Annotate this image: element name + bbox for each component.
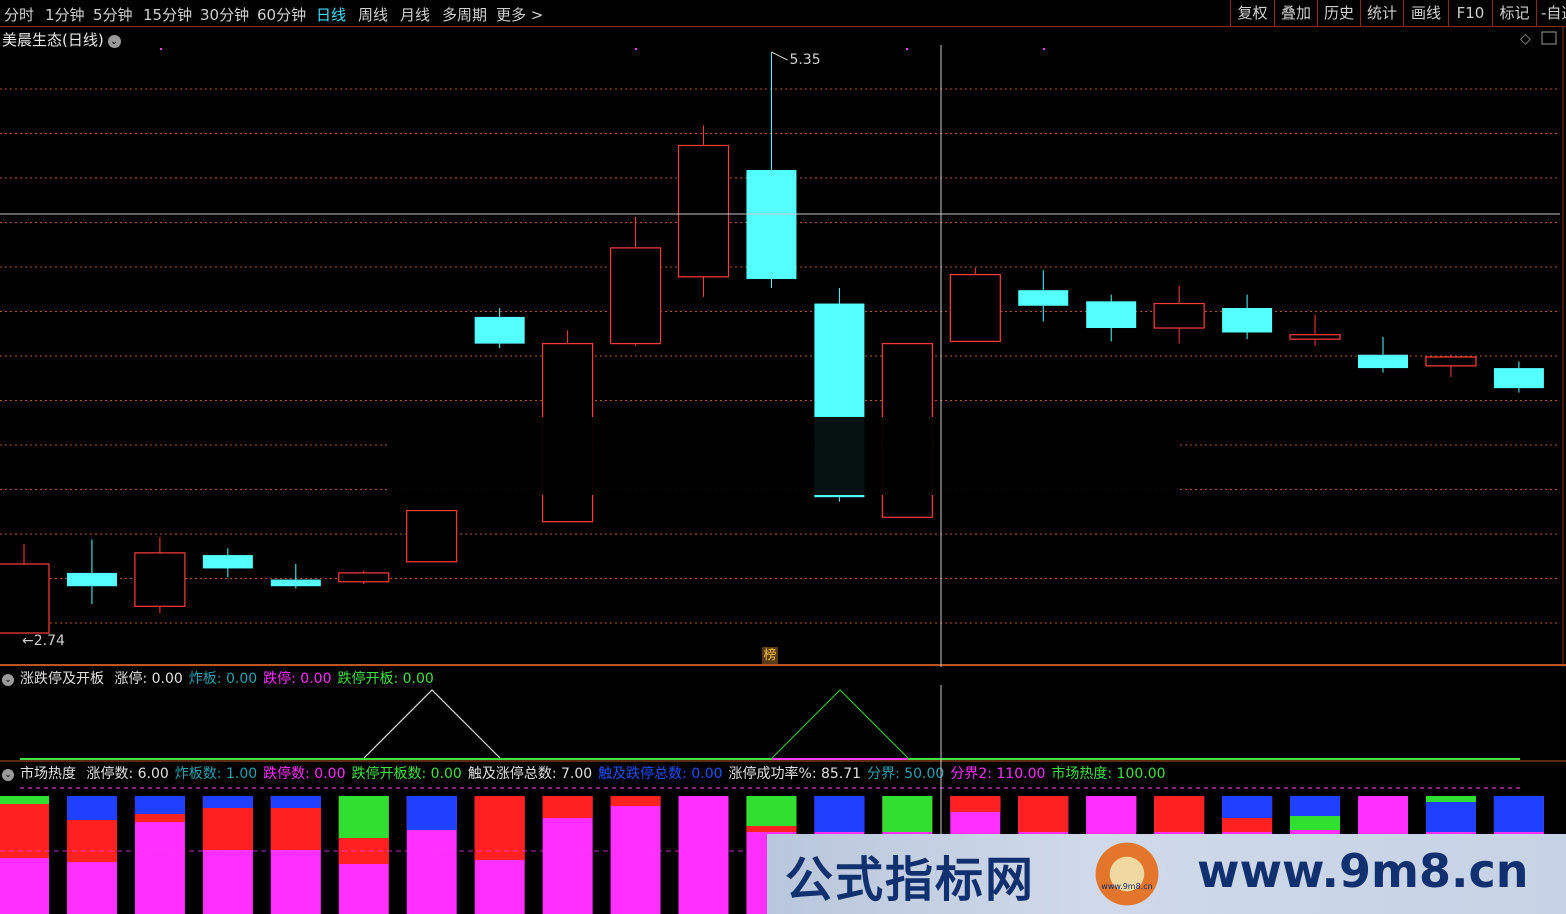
min-price-label: ←2.74	[22, 633, 65, 649]
watermark-banner: 公式指标网 www.9m8.cn www.9m8.cn	[767, 834, 1566, 914]
candlestick-chart[interactable]: 5.35 ←2.74 ◇	[0, 27, 1566, 667]
heat-bar	[610, 796, 661, 914]
period-tab[interactable]: 15分钟	[143, 4, 192, 25]
period-tab[interactable]: 5分钟	[93, 4, 133, 25]
heat-bar	[1358, 796, 1408, 832]
heat-bar	[950, 796, 1001, 812]
period-tab[interactable]: 周线	[358, 4, 388, 25]
max-price-label: 5.35	[789, 52, 820, 68]
toolbar-button[interactable]: 叠加	[1274, 0, 1317, 26]
toolbar-button[interactable]: F10	[1448, 0, 1492, 26]
candle-body	[202, 555, 253, 569]
marker-dot	[1043, 48, 1045, 50]
candle-body	[746, 169, 797, 280]
period-toolbar: 分时 1分钟 5分钟 15分钟 30分钟 60分钟 日线 周线 月线 多周期 更多 > 复权 叠加 历史统…	[0, 0, 1566, 27]
heat-bar	[474, 796, 525, 860]
candle-body	[677, 144, 730, 278]
candle-body	[949, 274, 1001, 342]
period-tab[interactable]: 分时	[4, 4, 34, 25]
diamond-icon: ◇	[1520, 31, 1531, 47]
marker-dot	[906, 48, 908, 50]
heat-bar	[1154, 796, 1205, 832]
heat-bar	[746, 796, 797, 826]
maximize-icon	[1541, 31, 1557, 45]
heat-bar	[1222, 796, 1273, 818]
heat-bar	[1493, 796, 1544, 832]
toolbar-button[interactable]: 历史	[1317, 0, 1360, 26]
heat-bar	[1290, 796, 1341, 816]
candle-body	[66, 572, 117, 587]
heat-bar	[1425, 796, 1476, 802]
period-tab[interactable]: 多周期	[442, 4, 487, 25]
heat-bar	[882, 796, 933, 832]
rank-marker[interactable]: 榜	[762, 647, 778, 664]
candle-body	[1358, 354, 1408, 369]
period-tab[interactable]: 更多 >	[496, 4, 543, 25]
period-tab[interactable]: 1分钟	[45, 4, 85, 25]
candle-body	[406, 509, 458, 563]
candle-body	[0, 563, 50, 634]
candle-body	[1425, 356, 1477, 367]
candle-body	[338, 572, 390, 583]
heat-bar	[610, 796, 661, 806]
toolbar-button[interactable]: -自选	[1536, 0, 1566, 26]
heat-bar	[202, 796, 253, 808]
watermark-right-text: www.9m8.cn	[1197, 844, 1529, 898]
heat-bar	[0, 796, 49, 858]
heat-bar	[406, 796, 457, 830]
candle-body	[474, 316, 525, 344]
heat-bar	[814, 796, 865, 832]
indicator1-chart[interactable]	[0, 667, 1566, 762]
site-logo-icon: www.9m8.cn	[1087, 834, 1167, 914]
candle-body	[270, 579, 321, 587]
heat-bar	[1018, 796, 1069, 832]
triangle-line	[771, 689, 909, 759]
heat-bar	[66, 796, 117, 820]
toolbar-button[interactable]: 标记	[1492, 0, 1536, 26]
heat-bar	[1086, 796, 1137, 832]
period-tab[interactable]: 月线	[400, 4, 430, 25]
candle-body	[1018, 290, 1069, 306]
heat-bar	[0, 796, 49, 804]
max-pointer	[771, 51, 788, 61]
period-tab[interactable]: 60分钟	[257, 4, 306, 25]
marker-dot	[160, 48, 162, 50]
candle-body	[609, 247, 662, 345]
toolbar-button[interactable]: 画线	[1403, 0, 1448, 26]
heat-bar	[542, 796, 593, 818]
candle-body	[1222, 307, 1273, 333]
watermark-left-text: 公式指标网	[785, 852, 1036, 908]
candle-body	[1493, 368, 1544, 389]
toolbar-button[interactable]: 统计	[1360, 0, 1403, 26]
period-tab[interactable]: 30分钟	[200, 4, 249, 25]
logo-text: www.9m8.cn	[1101, 882, 1153, 891]
candle-body	[134, 552, 186, 607]
toolbar-button[interactable]: 复权	[1230, 0, 1274, 26]
candle-body	[1153, 302, 1205, 329]
triangle-line	[363, 689, 501, 759]
heat-bar	[134, 796, 185, 814]
heat-bar	[678, 796, 729, 914]
tooltip-shadow	[390, 417, 1180, 495]
marker-dot	[635, 48, 637, 50]
heat-bar	[338, 796, 389, 838]
heat-bar	[270, 796, 321, 808]
period-tab[interactable]: 日线	[316, 4, 346, 25]
candle-body	[1289, 334, 1341, 340]
candle-body	[1086, 301, 1137, 329]
